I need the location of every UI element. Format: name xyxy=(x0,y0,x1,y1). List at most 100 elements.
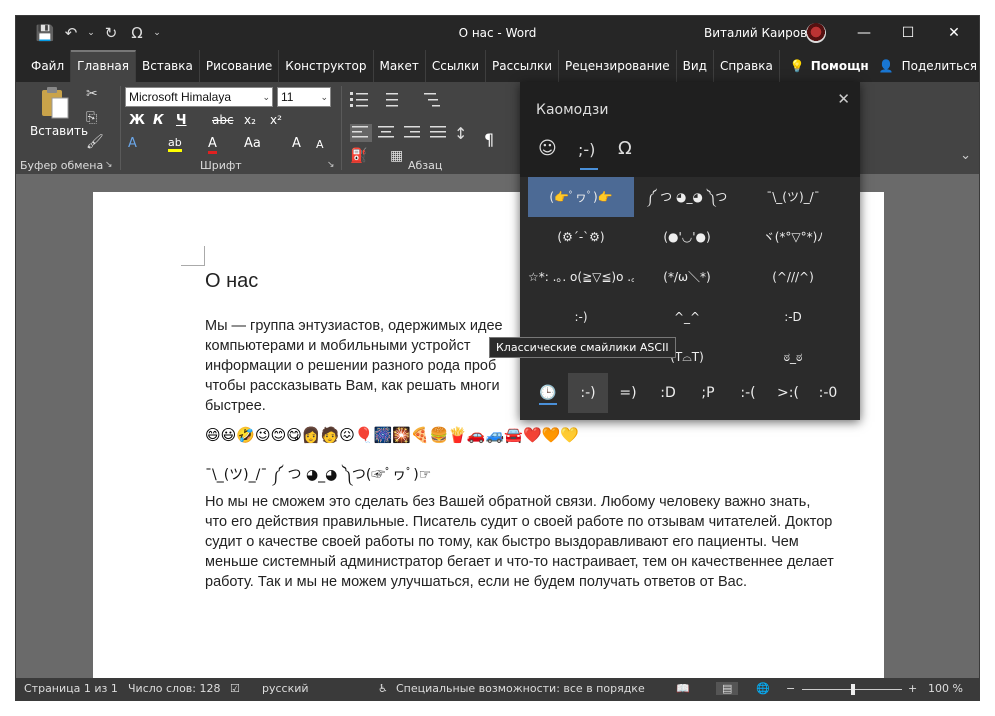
font-color-icon[interactable]: A xyxy=(208,136,217,154)
tab-home[interactable]: Главная xyxy=(71,50,136,82)
category-classic-ascii[interactable]: :-) xyxy=(568,373,608,413)
kaomoji-item[interactable]: ಠ_ಠ xyxy=(740,337,846,377)
minimize-button[interactable]: — xyxy=(844,22,884,44)
kaomoji-item[interactable]: ヾ(*°▽°*)ﾉ xyxy=(740,217,846,257)
recent-category-clock-icon[interactable]: 🕒 xyxy=(528,373,568,413)
superscript-button[interactable]: x² xyxy=(270,113,282,127)
category-surprised[interactable]: :-0 xyxy=(808,373,848,413)
window-title: О нас - Word xyxy=(458,26,537,40)
highlight-icon[interactable]: ab xyxy=(168,136,182,152)
change-case-button[interactable]: Aa xyxy=(244,136,261,151)
category-sad[interactable]: :-( xyxy=(728,373,768,413)
emoji-panel-header: Каомодзи ✕ ☺ ;-) Ω xyxy=(520,82,860,177)
line-spacing-icon[interactable]: ↕ xyxy=(454,124,467,143)
category-happy[interactable]: =) xyxy=(608,373,648,413)
kaomoji-item[interactable]: ༼ つ ◕_◕ ༽つ xyxy=(634,177,740,217)
web-layout-icon[interactable]: 🌐 xyxy=(756,682,770,695)
tab-help[interactable]: Справка xyxy=(714,50,780,82)
maximize-button[interactable]: ☐ xyxy=(888,22,928,44)
lightbulb-icon[interactable]: 💡 xyxy=(790,59,805,73)
list-buttons xyxy=(350,92,440,107)
ribbon-tabs: Файл Главная Вставка Рисование Конструкт… xyxy=(16,50,979,82)
borders-icon[interactable]: ▦ xyxy=(390,148,403,164)
font-name-combo[interactable]: Microsoft Himalaya ⌄ xyxy=(125,87,273,107)
group-divider xyxy=(120,86,121,170)
tab-kaomoji[interactable]: ;-) xyxy=(578,140,595,159)
paste-icon[interactable] xyxy=(38,86,72,122)
underline-button[interactable]: Ч xyxy=(176,113,187,128)
kaomoji-item[interactable]: :-D xyxy=(740,297,846,337)
avatar[interactable] xyxy=(806,23,826,43)
document-heading[interactable]: О нас xyxy=(205,270,258,293)
subscript-button[interactable]: x₂ xyxy=(244,113,256,127)
bold-button[interactable]: Ж xyxy=(129,113,145,128)
category-laugh[interactable]: :D xyxy=(648,373,688,413)
tab-review[interactable]: Рецензирование xyxy=(559,50,677,82)
category-tooltip: Классические смайлики ASCII xyxy=(489,337,676,358)
kaomoji-item[interactable]: (*/ω＼*) xyxy=(634,257,740,297)
show-formatting-button[interactable]: ¶ xyxy=(484,130,494,149)
language[interactable]: русский xyxy=(262,682,309,695)
kaomoji-item[interactable]: (👉ﾟヮﾟ)👉 xyxy=(528,177,634,217)
close-icon[interactable]: ✕ xyxy=(837,90,850,108)
page-count[interactable]: Страница 1 из 1 xyxy=(24,682,118,695)
zoom-out-button[interactable]: − xyxy=(786,682,795,695)
kaomoji-item[interactable]: (^///^) xyxy=(740,257,846,297)
category-angry[interactable]: >:( xyxy=(768,373,808,413)
clipboard-expand-icon[interactable]: ↘ xyxy=(105,160,113,170)
grow-font-button[interactable]: A xyxy=(292,136,301,151)
kaomoji-item[interactable]: ☆*: .｡. o(≧▽≦)o .｡.:*☆ xyxy=(528,257,634,297)
tab-symbols[interactable]: Ω xyxy=(618,138,632,159)
format-painter-icon[interactable]: 🖌 xyxy=(86,134,104,150)
word-count[interactable]: Число слов: 128 xyxy=(128,682,221,695)
kaomoji-item[interactable]: ¯\_(ツ)_/¯ xyxy=(740,177,846,217)
proofing-icon[interactable]: ☑ xyxy=(230,682,240,695)
tell-me-button[interactable]: Помощн xyxy=(805,59,879,73)
tab-emoji[interactable]: ☺ xyxy=(538,138,557,159)
tab-layout[interactable]: Макет xyxy=(374,50,426,82)
tab-insert[interactable]: Вставка xyxy=(136,50,200,82)
shrink-font-button[interactable]: A xyxy=(316,138,324,151)
text-effects-icon[interactable]: A xyxy=(128,136,137,151)
font-expand-icon[interactable]: ↘ xyxy=(327,160,335,170)
tab-mailings[interactable]: Рассылки xyxy=(486,50,559,82)
document-paragraph-2[interactable]: Но мы не сможем это сделать без Вашей об… xyxy=(205,492,835,592)
accessibility-status[interactable]: Специальные возможности: все в порядке xyxy=(396,682,645,695)
tab-draw[interactable]: Рисование xyxy=(200,50,280,82)
tab-file[interactable]: Файл xyxy=(16,50,72,82)
paste-button-label[interactable]: Вставить xyxy=(30,124,88,138)
accessibility-icon[interactable]: ♿ xyxy=(378,682,388,695)
collapse-ribbon-icon[interactable]: ⌄ xyxy=(960,148,971,163)
shading-icon[interactable]: ⛽ xyxy=(350,148,367,164)
close-button[interactable]: ✕ xyxy=(934,22,974,44)
category-tongue[interactable]: ;P xyxy=(688,373,728,413)
document-paragraph-1[interactable]: Мы — группа энтузиастов, одержимых идее … xyxy=(205,316,505,416)
cut-icon[interactable]: ✂ xyxy=(86,86,98,102)
font-size-combo[interactable]: 11 ⌄ xyxy=(277,87,331,107)
kaomoji-item[interactable]: ^_^ xyxy=(634,297,740,337)
font-group-label: Шрифт xyxy=(200,159,242,172)
zoom-level[interactable]: 100 % xyxy=(928,682,963,695)
read-mode-icon[interactable]: 📖 xyxy=(676,682,690,695)
copy-icon[interactable]: ⎘ xyxy=(86,110,97,126)
chevron-down-icon[interactable]: ⌄ xyxy=(262,88,270,106)
emoji-row[interactable]: 😄😃🤣😉😊😋👩🧑😖🎈🎆🎇🍕🍔🍟🚗🚙🚘❤️🧡💛 xyxy=(205,426,579,444)
chevron-down-icon[interactable]: ⌄ xyxy=(320,88,328,106)
emoji-panel: Каомодзи ✕ ☺ ;-) Ω (👉ﾟヮﾟ)👉 ༼ つ ◕_◕ ༽つ ¯\… xyxy=(520,82,860,420)
kaomoji-item[interactable]: :-) xyxy=(528,297,634,337)
strikethrough-button[interactable]: abc xyxy=(212,113,234,127)
zoom-in-button[interactable]: + xyxy=(908,682,917,695)
kaomoji-item[interactable]: (⚙´-`⚙) xyxy=(528,217,634,257)
italic-button[interactable]: К xyxy=(153,113,164,128)
share-button[interactable]: Поделиться xyxy=(894,59,979,73)
tab-references[interactable]: Ссылки xyxy=(426,50,487,82)
font-size-value: 11 xyxy=(281,90,294,104)
person-icon[interactable]: 👤 xyxy=(879,59,894,73)
recent-label: 🕒 xyxy=(539,385,557,401)
tab-view[interactable]: Вид xyxy=(677,50,714,82)
zoom-slider-thumb[interactable] xyxy=(851,684,855,695)
user-name[interactable]: Виталий Каиров xyxy=(704,26,807,40)
tab-design[interactable]: Конструктор xyxy=(279,50,374,82)
print-layout-icon[interactable]: ▤ xyxy=(716,682,739,695)
kaomoji-item[interactable]: (●'◡'●) xyxy=(634,217,740,257)
